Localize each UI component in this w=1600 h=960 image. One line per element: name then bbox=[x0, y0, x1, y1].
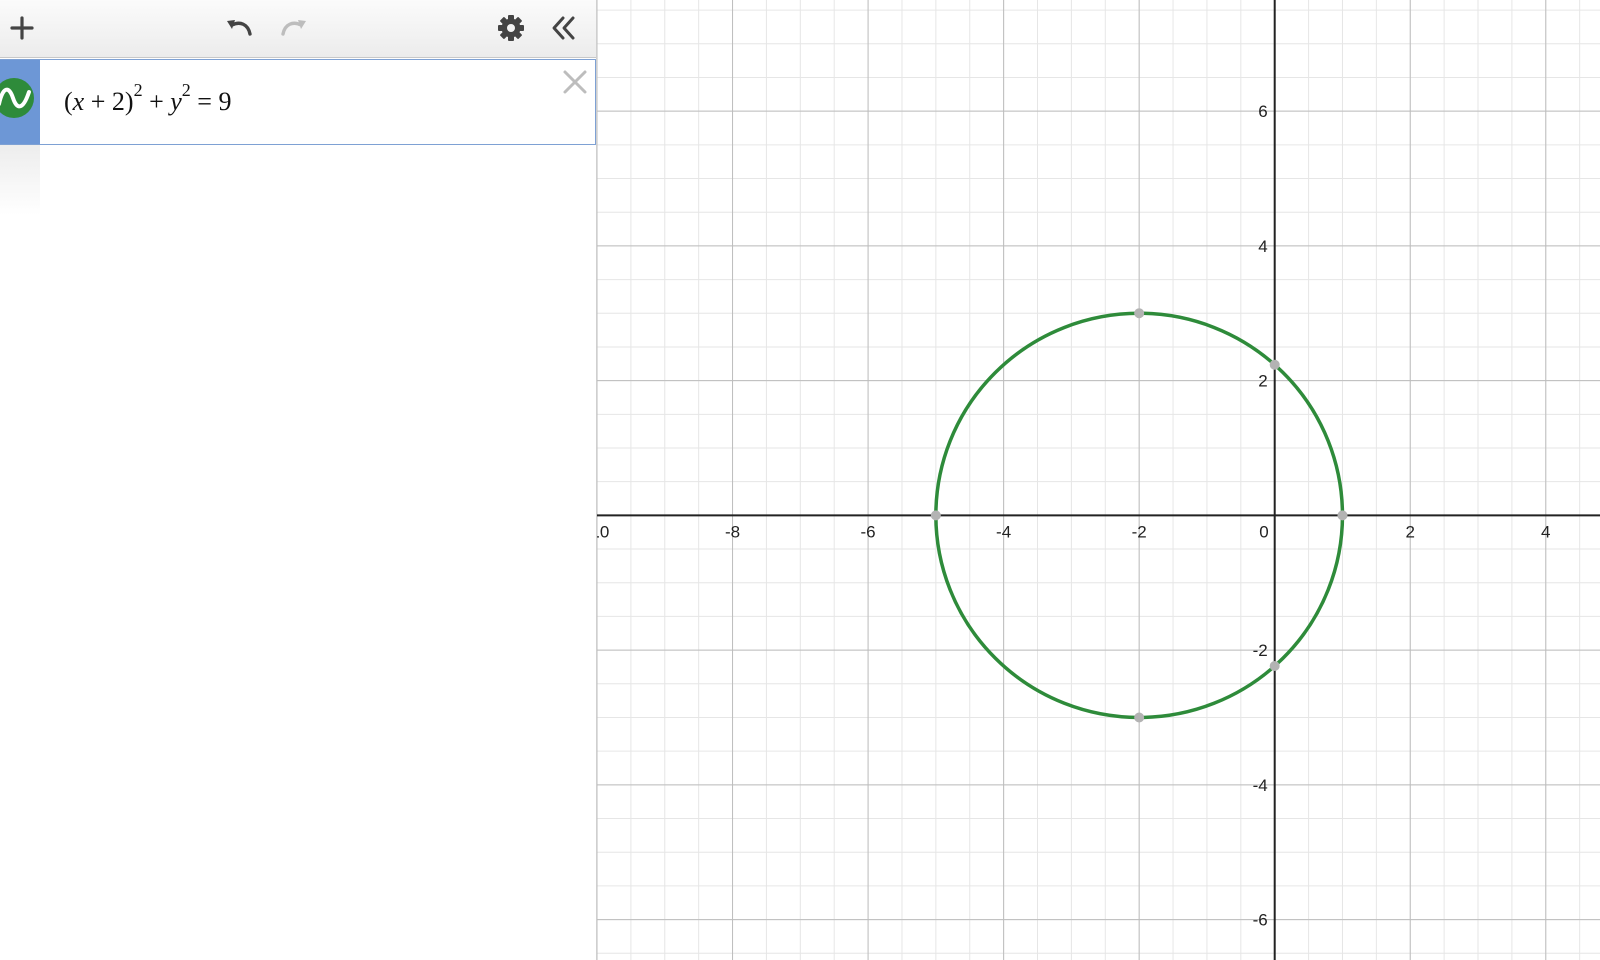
redo-button[interactable] bbox=[273, 8, 313, 48]
undo-icon bbox=[227, 20, 252, 36]
variable-y: y bbox=[170, 87, 182, 116]
settings-button[interactable] bbox=[491, 8, 531, 48]
y-tick-label: 4 bbox=[1258, 237, 1267, 256]
plus-sign: + bbox=[90, 87, 106, 116]
delete-expression-button[interactable] bbox=[561, 68, 589, 96]
wave-icon[interactable] bbox=[0, 78, 34, 118]
y-tick-label: 2 bbox=[1258, 372, 1267, 391]
variable-x: x bbox=[72, 87, 85, 116]
x-tick-label: 0 bbox=[1259, 522, 1268, 541]
undo-button[interactable] bbox=[220, 8, 260, 48]
constant: 2 bbox=[111, 87, 125, 116]
paren-open: ( bbox=[64, 87, 73, 116]
exponent: 2 bbox=[181, 80, 191, 101]
expression-sidebar: (x + 2)2 + y2 = 9 bbox=[0, 0, 597, 960]
y-tick-label: -2 bbox=[1253, 641, 1268, 660]
point-of-interest bbox=[1134, 712, 1145, 723]
collapse-sidebar-button[interactable] bbox=[544, 8, 584, 48]
point-of-interest bbox=[1269, 359, 1280, 370]
exponent: 2 bbox=[133, 80, 143, 101]
graph-paper[interactable]: -10 -8 -6 -4 -2 0 2 4 6 4 2 -2 -4 -6 bbox=[597, 0, 1600, 960]
double-chevron-left-icon bbox=[552, 16, 575, 40]
equals-sign: = bbox=[197, 87, 212, 116]
plus-sign: + bbox=[149, 87, 164, 116]
x-tick-label: -8 bbox=[725, 522, 740, 541]
graph-canvas[interactable]: -10 -8 -6 -4 -2 0 2 4 6 4 2 -2 -4 -6 bbox=[597, 0, 1600, 960]
x-tick-label: 4 bbox=[1541, 522, 1550, 541]
add-item-button[interactable] bbox=[2, 8, 42, 48]
point-of-interest bbox=[1337, 510, 1348, 521]
point-of-interest bbox=[1134, 308, 1145, 319]
y-tick-label: 6 bbox=[1258, 102, 1267, 121]
right-hand-side: 9 bbox=[218, 87, 232, 116]
point-of-interest bbox=[930, 510, 941, 521]
point-of-interest bbox=[1269, 661, 1280, 672]
close-icon bbox=[563, 70, 587, 94]
gear-icon bbox=[498, 15, 524, 41]
y-tick-label: -6 bbox=[1253, 911, 1268, 930]
x-tick-label: 2 bbox=[1406, 522, 1415, 541]
x-tick-label: -2 bbox=[1132, 522, 1147, 541]
y-tick-label: -4 bbox=[1253, 776, 1268, 795]
toolbar bbox=[0, 0, 596, 58]
redo-icon bbox=[281, 20, 306, 36]
x-tick-label: -10 bbox=[597, 522, 609, 541]
expression-tab[interactable] bbox=[0, 60, 40, 144]
expression-row[interactable]: (x + 2)2 + y2 = 9 bbox=[0, 59, 596, 145]
x-tick-label: -6 bbox=[861, 522, 876, 541]
empty-expression-row[interactable] bbox=[0, 145, 40, 215]
expression-input[interactable]: (x + 2)2 + y2 = 9 bbox=[64, 80, 231, 124]
plus-icon bbox=[10, 16, 34, 40]
x-tick-label: -4 bbox=[996, 522, 1011, 541]
paren-close: ) bbox=[124, 87, 134, 116]
